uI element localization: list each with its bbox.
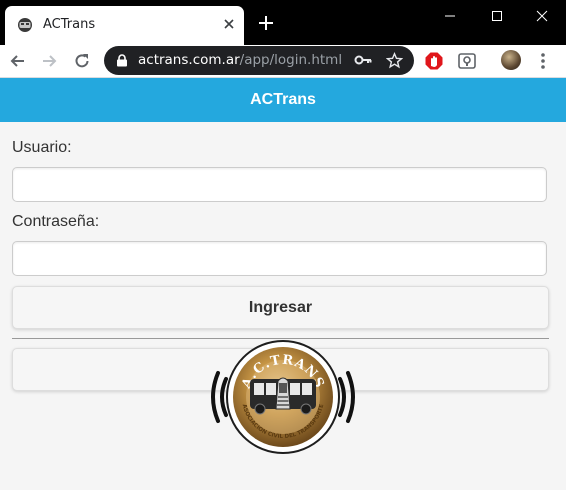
browser-menu-icon[interactable] — [537, 52, 549, 70]
bus-icon — [250, 377, 316, 415]
actrans-logo: A.C.TRANS ASOCIACION CIVIL DEL TRANSPORT… — [211, 340, 355, 454]
bus-favicon-icon — [18, 18, 32, 32]
maximize-icon[interactable] — [487, 7, 507, 25]
back-icon[interactable] — [9, 52, 27, 70]
user-input[interactable] — [12, 167, 547, 202]
password-label: Contraseña: — [12, 213, 100, 230]
new-tab-icon[interactable] — [257, 14, 275, 32]
profile-avatar[interactable] — [501, 50, 521, 70]
bookmark-star-icon[interactable] — [386, 52, 403, 69]
browser-toolbar: actrans.com.ar/app/login.html — [0, 45, 566, 78]
tab-title: ACTrans — [43, 17, 96, 32]
close-tab-icon[interactable] — [221, 16, 237, 32]
forward-icon[interactable] — [40, 52, 58, 70]
url-text[interactable]: actrans.com.ar/app/login.html — [138, 52, 342, 68]
page-title: ACTrans — [0, 78, 566, 122]
login-button[interactable]: Ingresar — [12, 286, 549, 329]
browser-tabstrip: ACTrans — [0, 0, 566, 45]
browser-tab[interactable]: ACTrans — [5, 6, 244, 45]
close-window-icon[interactable] — [532, 7, 552, 25]
password-input[interactable] — [12, 241, 547, 276]
address-bar[interactable]: actrans.com.ar/app/login.html — [104, 46, 414, 75]
extension-icon[interactable] — [457, 51, 477, 71]
user-label: Usuario: — [12, 139, 72, 156]
key-icon[interactable] — [354, 54, 372, 66]
lock-icon[interactable] — [116, 54, 128, 67]
reload-icon[interactable] — [73, 52, 91, 70]
adblock-extension-icon[interactable] — [424, 51, 444, 71]
minimize-icon[interactable] — [440, 7, 460, 25]
